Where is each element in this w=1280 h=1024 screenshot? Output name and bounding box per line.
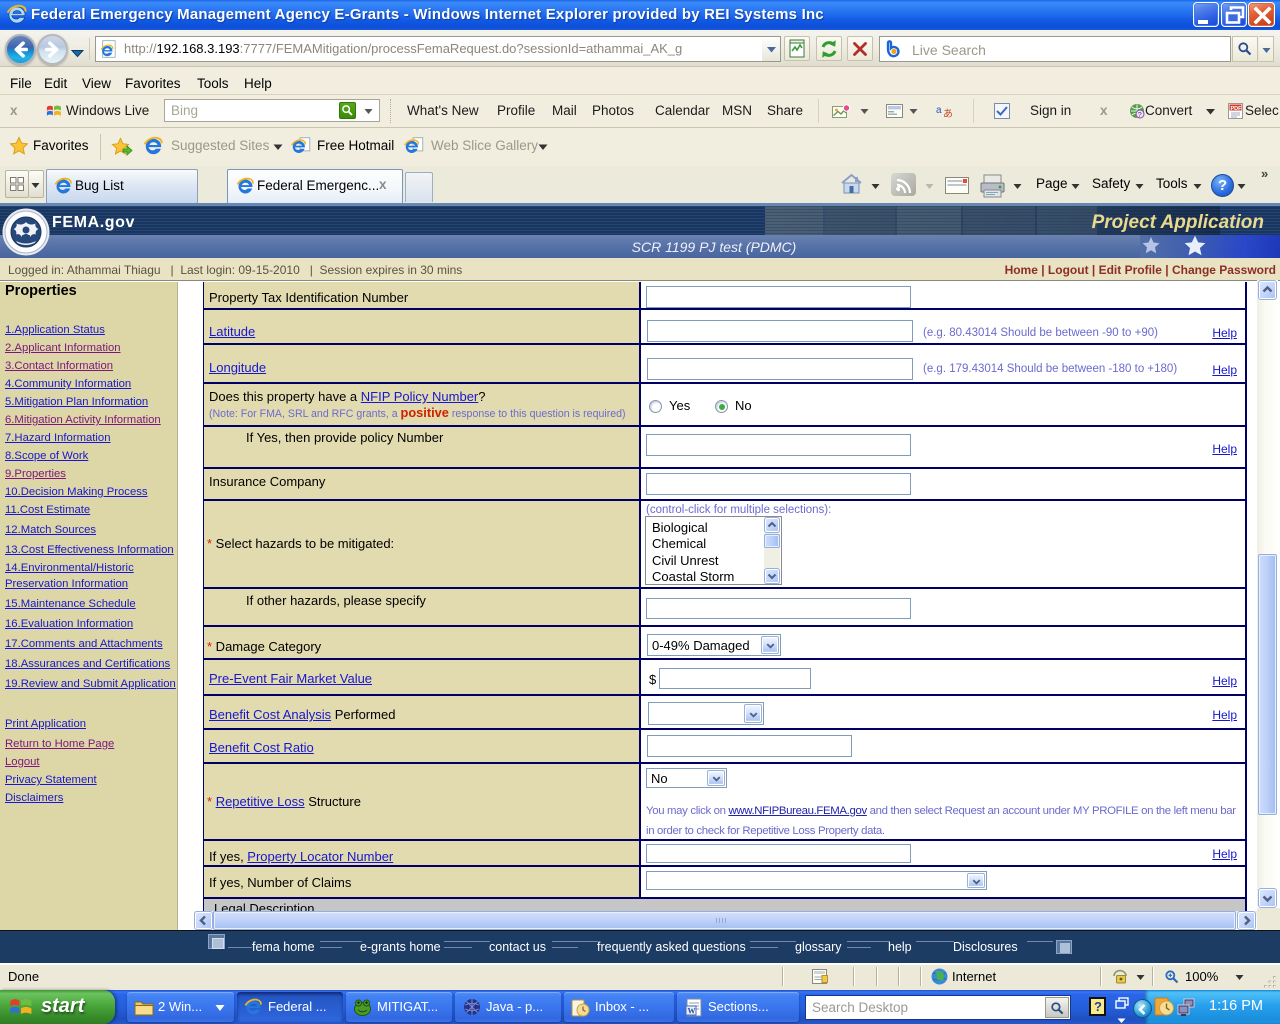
svg-text:W: W xyxy=(688,1007,696,1016)
svg-text:PDF: PDF xyxy=(1231,106,1243,112)
svg-text:あ: あ xyxy=(943,108,953,119)
svg-text:?: ? xyxy=(1138,110,1142,119)
svg-text:a: a xyxy=(936,105,942,116)
